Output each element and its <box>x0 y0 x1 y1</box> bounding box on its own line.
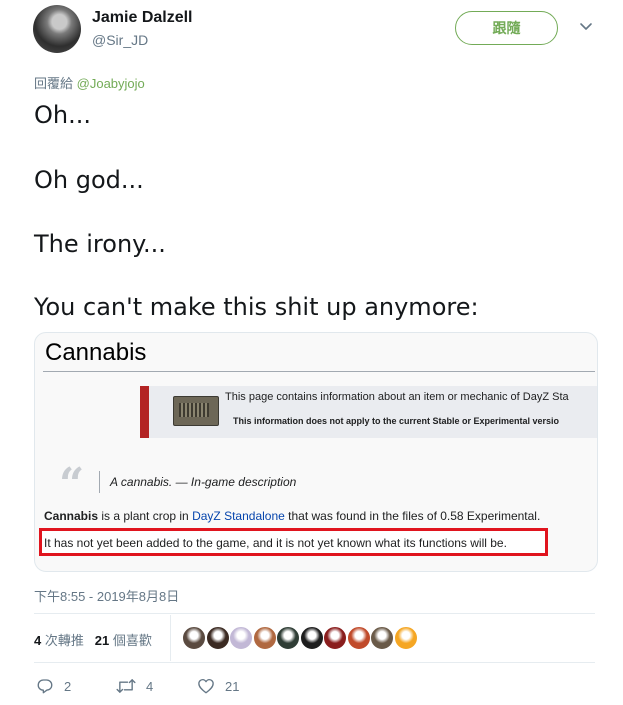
retweet-button[interactable]: 4 <box>116 677 153 695</box>
quote-text: A cannabis. — In-game description <box>110 475 297 489</box>
liker-avatar[interactable] <box>370 626 394 650</box>
follow-button[interactable]: 跟隨 <box>455 11 558 45</box>
liker-avatar[interactable] <box>252 626 277 650</box>
author-avatar[interactable] <box>33 5 81 53</box>
reply-icon <box>37 679 53 694</box>
quote-divider <box>99 471 100 493</box>
highlighted-sentence: It has not yet been added to the game, a… <box>44 536 507 550</box>
like-button[interactable]: 21 <box>197 677 239 695</box>
tweet-media-image[interactable]: Cannabis This page contains information … <box>34 332 598 572</box>
reply-count: 2 <box>64 678 72 694</box>
reply-to-prefix: 回覆給 <box>34 76 74 91</box>
author-handle[interactable]: @Sir_JD <box>92 32 148 48</box>
retweet-icon <box>116 679 136 693</box>
wiki-page-title: Cannabis <box>45 339 147 366</box>
tweet-text-line: The irony... <box>34 230 166 258</box>
para-link: DayZ Standalone <box>192 509 285 523</box>
tweet-text-line: You can't make this shit up anymore: <box>34 293 479 321</box>
tweet-text-line: Oh... <box>34 101 91 129</box>
notice-line-2: This information does not apply to the c… <box>233 416 560 426</box>
liker-avatar[interactable] <box>393 626 418 650</box>
wiki-paragraph: Cannabis is a plant crop in DayZ Standal… <box>44 509 540 523</box>
heart-icon <box>198 678 214 694</box>
title-divider <box>43 371 595 372</box>
like-action-count: 21 <box>225 678 240 694</box>
liker-avatar[interactable] <box>229 626 253 650</box>
stats-divider <box>170 615 171 661</box>
liker-avatar[interactable] <box>205 626 230 650</box>
retweet-action-count: 4 <box>146 678 154 694</box>
reply-to-context: 回覆給 @Joabyjojo <box>34 73 145 92</box>
para-text: that was found in the files of 0.58 Expe… <box>284 509 541 523</box>
divider <box>34 662 595 663</box>
author-name[interactable]: Jamie Dalzell <box>92 9 193 27</box>
liker-avatar[interactable] <box>182 626 206 650</box>
para-bold-term: Cannabis <box>44 509 99 523</box>
like-label[interactable]: 個喜歡 <box>113 633 152 648</box>
retweet-label[interactable]: 次轉推 <box>45 633 84 648</box>
liker-avatar[interactable] <box>323 626 347 650</box>
chevron-down-icon[interactable] <box>578 18 594 34</box>
para-text: is a plant crop in <box>98 509 193 523</box>
quote-icon: “ <box>59 459 85 510</box>
radio-item-image <box>173 396 219 426</box>
tweet-timestamp[interactable]: 下午8:55 - 2019年8月8日 <box>34 586 179 605</box>
notice-line-1: This page contains information about an … <box>225 391 569 403</box>
liker-avatar[interactable] <box>299 626 324 650</box>
tweet-stats: 4 次轉推 21 個喜歡 <box>34 630 152 649</box>
like-count[interactable]: 21 <box>95 633 109 648</box>
tweet-text-line: Oh god... <box>34 166 144 194</box>
wiki-notice-box: This page contains information about an … <box>140 386 597 438</box>
liker-avatar[interactable] <box>346 626 371 650</box>
divider <box>34 613 595 614</box>
reply-button[interactable]: 2 <box>36 677 71 695</box>
retweet-count[interactable]: 4 <box>34 633 41 648</box>
liker-avatar[interactable] <box>276 626 300 650</box>
reply-to-mention[interactable]: @Joabyjojo <box>77 76 145 91</box>
